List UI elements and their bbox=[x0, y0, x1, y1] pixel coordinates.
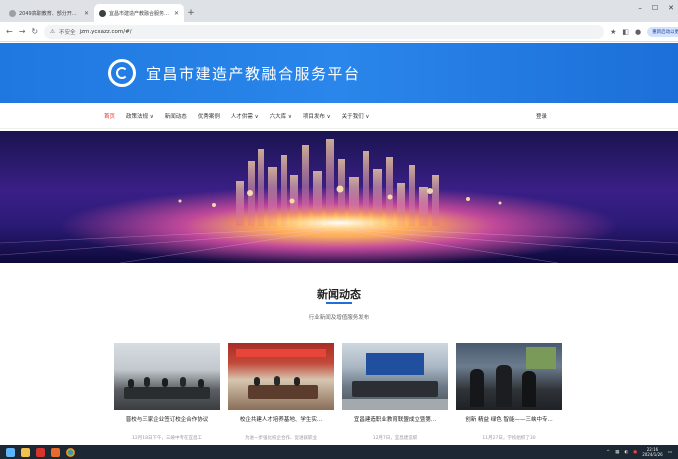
nav-item-home[interactable]: 首页 bbox=[104, 112, 115, 120]
nav-item-databases[interactable]: 六大库 ∨ bbox=[270, 112, 292, 120]
tray-arrow-icon[interactable]: ^ bbox=[606, 450, 610, 455]
title-underline bbox=[326, 302, 352, 304]
app-icon[interactable] bbox=[51, 447, 60, 457]
new-tab-button[interactable]: + bbox=[184, 4, 198, 22]
news-card-title[interactable]: 校企共建人才培养基地、学生实... bbox=[228, 410, 334, 423]
login-link[interactable]: 登录 bbox=[536, 112, 547, 120]
site-header: 宜昌市建造产教融合服务平台 bbox=[0, 43, 678, 103]
hero-cityscape-image bbox=[0, 139, 678, 263]
news-card-desc: 为进一步强化校企合作、促进就职业 bbox=[245, 436, 317, 441]
news-card-title[interactable]: 晋校与三家企业签订校企合作协议 bbox=[114, 410, 220, 423]
notification-icon[interactable]: ▭ bbox=[668, 450, 672, 455]
system-tray: ^ ▦ ◐ ● 22:16 2024/1/26 ▭ bbox=[606, 447, 672, 457]
window-controls: – ☐ ✕ bbox=[638, 4, 674, 12]
clock-date: 2024/1/26 bbox=[642, 452, 663, 457]
tab-close-icon[interactable]: ✕ bbox=[174, 10, 179, 17]
url-text: jzm.ycxazz.com/#/ bbox=[79, 28, 132, 35]
address-toolbar: ← → ↻ ⚠ 不安全 jzm.ycxazz.com/#/ ★ ◧ ● 重新启动… bbox=[0, 22, 678, 42]
tab-title: 2049高职教育、部分开放课程网 bbox=[19, 10, 81, 17]
site-logo-icon[interactable] bbox=[108, 59, 136, 87]
chrome-icon[interactable] bbox=[66, 447, 75, 457]
tab-favicon-icon bbox=[9, 9, 16, 17]
tab-favicon-icon bbox=[99, 9, 106, 17]
forward-arrow-icon[interactable]: → bbox=[19, 27, 26, 36]
nav-item-news[interactable]: 新闻动态 bbox=[165, 112, 187, 120]
news-card-title[interactable]: 创新 精益 绿色 智能——三峡中专... bbox=[456, 410, 562, 423]
news-card-image[interactable] bbox=[456, 343, 562, 410]
news-card-desc: 12月18日下午，三峡中专在宜昌工 bbox=[132, 436, 202, 441]
reload-icon[interactable]: ↻ bbox=[31, 27, 38, 36]
browser-tab-2[interactable]: 宜昌市建造产教融合服务平台 ✕ bbox=[94, 4, 184, 22]
site-nav: 首页 政策法规 ∨ 新闻动态 优秀案例 人才供需 ∨ 六大库 ∨ 项目发布 ∨ … bbox=[0, 103, 678, 129]
hero-banner bbox=[0, 131, 678, 263]
nav-item-about[interactable]: 关于我们 ∨ bbox=[342, 112, 370, 120]
news-card-image[interactable] bbox=[342, 343, 448, 410]
minimize-button[interactable]: – bbox=[638, 4, 642, 12]
url-input[interactable]: ⚠ 不安全 jzm.ycxazz.com/#/ bbox=[44, 24, 605, 39]
news-section-title: 新闻动态 bbox=[317, 288, 361, 301]
nav-item-policy[interactable]: 政策法规 ∨ bbox=[126, 112, 154, 120]
news-card-desc: 11月27日，学校组织了30 bbox=[482, 436, 536, 441]
news-section-subtitle: 行业新闻及增值服务发布 bbox=[308, 315, 370, 321]
start-menu-icon[interactable] bbox=[6, 447, 15, 457]
file-explorer-icon[interactable] bbox=[21, 447, 30, 457]
nav-item-talent[interactable]: 人才供需 ∨ bbox=[231, 112, 259, 120]
nav-item-projects[interactable]: 项目发布 ∨ bbox=[303, 112, 331, 120]
news-card-title[interactable]: 宜昌建造职业教育联盟成立暨第... bbox=[342, 410, 448, 423]
browser-tools: ★ ◧ ● 重新启动以更新 bbox=[610, 26, 678, 37]
news-card[interactable]: 宜昌建造职业教育联盟成立暨第... 12月7日，宜昌建造职 bbox=[342, 343, 448, 443]
browser-tab-strip: 2049高职教育、部分开放课程网 ✕ 宜昌市建造产教融合服务平台 ✕ + – ☐… bbox=[0, 0, 678, 22]
volume-icon[interactable]: ◐ bbox=[624, 450, 628, 455]
news-card[interactable]: 校企共建人才培养基地、学生实... 为进一步强化校企合作、促进就职业 bbox=[228, 343, 334, 443]
wps-writer-icon[interactable] bbox=[36, 447, 45, 457]
screen: 2049高职教育、部分开放课程网 ✕ 宜昌市建造产教融合服务平台 ✕ + – ☐… bbox=[0, 0, 678, 459]
browser-tab-1[interactable]: 2049高职教育、部分开放课程网 ✕ bbox=[4, 4, 94, 22]
tab-title: 宜昌市建造产教融合服务平台 bbox=[109, 10, 171, 17]
close-window-button[interactable]: ✕ bbox=[668, 4, 674, 12]
update-button[interactable]: 重新启动以更新 bbox=[647, 26, 678, 37]
site-title: 宜昌市建造产教融合服务平台 bbox=[146, 64, 361, 83]
back-arrow-icon[interactable]: ← bbox=[6, 27, 13, 36]
sidepanel-icon[interactable]: ◧ bbox=[622, 28, 629, 36]
news-card-list: 晋校与三家企业签订校企合作协议 12月18日下午，三峡中专在宜昌工 校企共建人才… bbox=[114, 343, 562, 443]
os-taskbar: ^ ▦ ◐ ● 22:16 2024/1/26 ▭ bbox=[0, 445, 678, 459]
tab-close-icon[interactable]: ✕ bbox=[84, 10, 89, 17]
bookmark-star-icon[interactable]: ★ bbox=[610, 28, 616, 36]
ime-icon[interactable]: ● bbox=[633, 450, 637, 455]
security-label: 不安全 bbox=[59, 29, 76, 36]
news-card[interactable]: 创新 精益 绿色 智能——三峡中专... 11月27日，学校组织了30 bbox=[456, 343, 562, 443]
profile-icon[interactable]: ● bbox=[635, 28, 641, 36]
nav-menu: 首页 政策法规 ∨ 新闻动态 优秀案例 人才供需 ∨ 六大库 ∨ 项目发布 ∨ … bbox=[104, 112, 369, 120]
network-icon[interactable]: ▦ bbox=[615, 450, 619, 455]
taskbar-clock[interactable]: 22:16 2024/1/26 bbox=[642, 447, 663, 457]
news-card[interactable]: 晋校与三家企业签订校企合作协议 12月18日下午，三峡中专在宜昌工 bbox=[114, 343, 220, 443]
maximize-button[interactable]: ☐ bbox=[652, 4, 658, 12]
news-card-image[interactable] bbox=[114, 343, 220, 410]
news-card-desc: 12月7日，宜昌建造职 bbox=[372, 436, 418, 441]
nav-item-cases[interactable]: 优秀案例 bbox=[198, 112, 220, 120]
news-card-image[interactable] bbox=[228, 343, 334, 410]
warning-icon: ⚠ bbox=[50, 28, 56, 35]
